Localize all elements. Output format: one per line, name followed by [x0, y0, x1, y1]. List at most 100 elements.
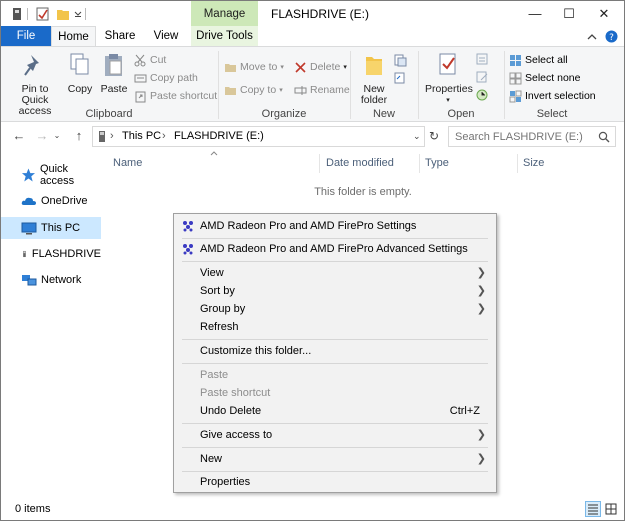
column-header-size[interactable]: Size: [523, 155, 544, 171]
refresh-button[interactable]: ↻: [427, 127, 441, 145]
tab-file[interactable]: File: [1, 26, 51, 47]
menu-separator: [182, 363, 488, 364]
explorer-icon: [13, 8, 21, 20]
nav-item-onedrive[interactable]: OneDrive: [1, 190, 101, 212]
new-folder-button[interactable]: New folder: [357, 51, 391, 106]
menu-item-new[interactable]: New ❯: [176, 450, 494, 468]
address-bar[interactable]: › This PC › FLASHDRIVE (E:) ⌄: [92, 126, 425, 147]
menu-item-view[interactable]: View ❯: [176, 264, 494, 282]
copy-to-button[interactable]: Copy to ▾: [224, 82, 283, 99]
menu-item-sort-by[interactable]: Sort by ❯: [176, 282, 494, 300]
menu-item-properties[interactable]: Properties: [176, 473, 494, 491]
menu-item-customize-folder[interactable]: Customize this folder...: [176, 342, 494, 360]
close-button[interactable]: ✕: [587, 1, 621, 26]
chevron-down-icon[interactable]: ⌄: [413, 127, 421, 146]
paste-shortcut-button[interactable]: Paste shortcut: [134, 88, 217, 105]
amd-icon: [183, 221, 193, 232]
chevron-right-icon: ❯: [476, 303, 486, 315]
copy-button[interactable]: Copy: [67, 51, 93, 95]
menu-item-undo-delete[interactable]: Undo Delete Ctrl+Z: [176, 402, 494, 420]
context-menu: AMD Radeon Pro and AMD FirePro Settings …: [173, 213, 497, 493]
menu-item-amd-advanced-settings[interactable]: AMD Radeon Pro and AMD FirePro Advanced …: [176, 240, 494, 258]
invert-selection-icon: [509, 90, 522, 103]
chevron-up-icon[interactable]: [586, 31, 598, 43]
delete-button[interactable]: Delete ▾: [294, 59, 347, 76]
chevron-right-icon: ❯: [476, 267, 486, 279]
invert-selection-label: Invert selection: [525, 90, 596, 102]
column-header-type[interactable]: Type: [425, 155, 449, 171]
new-folder-quick-icon[interactable]: [56, 6, 70, 22]
invert-selection-button[interactable]: Invert selection: [509, 88, 596, 105]
properties-button[interactable]: Properties ▾: [425, 51, 473, 106]
menu-item-label: AMD Radeon Pro and AMD FirePro Settings: [200, 220, 417, 232]
properties-quick-icon[interactable]: [36, 6, 50, 22]
menu-item-label: Properties: [200, 476, 251, 488]
paste-button[interactable]: Paste: [99, 51, 129, 95]
move-to-button[interactable]: Move to ▾: [224, 59, 284, 76]
menu-item-paste-shortcut[interactable]: Paste shortcut: [176, 384, 494, 402]
rename-button[interactable]: Rename: [294, 82, 350, 99]
history-icon[interactable]: [475, 88, 489, 102]
copy-path-icon: [134, 74, 147, 83]
column-header-date-modified[interactable]: Date modified: [326, 155, 394, 171]
customize-dropdown-icon[interactable]: [73, 6, 83, 22]
select-none-label: Select none: [525, 72, 581, 84]
select-all-icon: [510, 55, 521, 66]
tab-manage[interactable]: Manage: [191, 1, 258, 26]
breadcrumb-this-pc[interactable]: This PC: [122, 127, 161, 146]
network-icon: [22, 275, 37, 286]
menu-item-label: Paste: [200, 369, 229, 381]
chevron-right-icon: ❯: [476, 429, 486, 441]
forward-button[interactable]: →: [34, 127, 50, 145]
new-item-icon[interactable]: [393, 53, 407, 67]
scissors-icon: [134, 54, 146, 67]
select-all-button[interactable]: Select all: [509, 52, 568, 69]
select-none-button[interactable]: Select none: [509, 70, 580, 87]
copy-path-button[interactable]: Copy path: [134, 70, 198, 87]
details-view-button[interactable]: [585, 501, 601, 517]
tab-home[interactable]: Home: [51, 26, 96, 47]
menu-item-give-access[interactable]: Give access to ❯: [176, 426, 494, 444]
dropdown-arrow-icon: ▾: [280, 64, 284, 71]
breadcrumb-flashdrive[interactable]: FLASHDRIVE (E:): [174, 127, 264, 146]
svg-text:?: ?: [609, 33, 614, 43]
paste-label: Paste: [100, 83, 128, 95]
minimize-button[interactable]: —: [518, 1, 552, 26]
group-label-clipboard: Clipboard: [85, 108, 133, 120]
large-icons-view-button[interactable]: [603, 501, 619, 517]
nav-item-flashdrive[interactable]: FLASHDRIVE: [1, 243, 101, 265]
menu-item-amd-settings[interactable]: AMD Radeon Pro and AMD FirePro Settings: [176, 217, 494, 235]
cut-button[interactable]: Cut: [134, 52, 166, 69]
easy-access-icon[interactable]: [393, 71, 407, 85]
back-button[interactable]: ←: [11, 127, 27, 145]
copy-label: Copy: [67, 83, 93, 95]
menu-item-refresh[interactable]: Refresh: [176, 318, 494, 336]
open-icon[interactable]: [475, 52, 489, 66]
search-input[interactable]: [455, 127, 595, 146]
search-icon[interactable]: [598, 131, 610, 143]
properties-icon: [439, 53, 456, 75]
tab-view[interactable]: View: [144, 26, 188, 47]
menu-item-paste[interactable]: Paste: [176, 366, 494, 384]
maximize-button[interactable]: ☐: [552, 1, 586, 26]
paste-icon: [105, 54, 122, 76]
menu-item-label: Refresh: [200, 321, 239, 333]
nav-item-this-pc[interactable]: This PC: [1, 217, 101, 239]
menu-item-label: Paste shortcut: [200, 387, 271, 399]
dropdown-arrow-icon: ▾: [343, 64, 347, 71]
menu-item-group-by[interactable]: Group by ❯: [176, 300, 494, 318]
usb-drive-icon: [23, 250, 26, 258]
computer-icon: [21, 222, 37, 235]
dropdown-arrow-icon: ▾: [279, 87, 283, 94]
help-icon[interactable]: ?: [605, 30, 618, 43]
tab-drive-tools[interactable]: Drive Tools: [191, 26, 258, 47]
nav-item-quick-access[interactable]: Quick access: [1, 163, 101, 187]
properties-label: Properties: [425, 83, 473, 95]
up-button[interactable]: ↑: [71, 127, 87, 145]
nav-item-network[interactable]: Network: [1, 269, 101, 291]
tab-share[interactable]: Share: [98, 26, 142, 47]
edit-icon[interactable]: [475, 70, 489, 84]
paste-shortcut-icon: [135, 91, 146, 103]
column-header-name[interactable]: Name: [113, 155, 142, 171]
recent-locations-button[interactable]: ⌄: [52, 127, 62, 145]
